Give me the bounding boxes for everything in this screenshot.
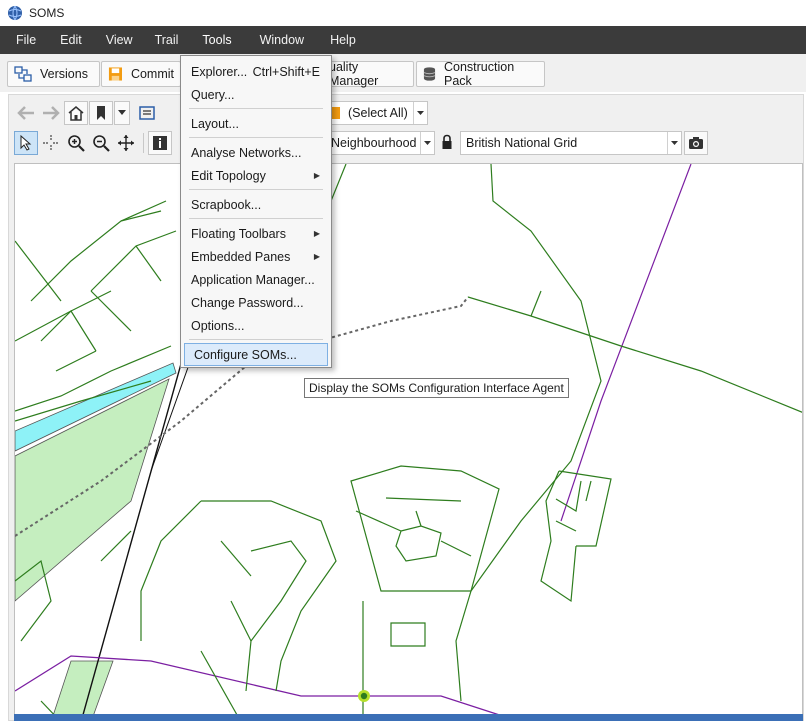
menu-scrapbook-label: Scrapbook... (191, 197, 262, 212)
map-canvas[interactable] (14, 163, 803, 721)
bookmark-icon[interactable] (89, 101, 113, 125)
scale-label: Neighbourhood (331, 136, 417, 150)
menu-help[interactable]: Help (322, 26, 364, 54)
menu-separator (189, 218, 323, 219)
chevron-down-icon (413, 102, 427, 124)
tools-dropdown-menu: Explorer... Ctrl+Shift+E Query... Layout… (180, 55, 332, 368)
title-bar: SOMS (0, 0, 806, 26)
chevron-down-icon (420, 132, 434, 154)
scale-combo[interactable]: Neighbourhood (326, 131, 435, 155)
versions-icon (14, 66, 32, 82)
menu-embedded-panes-label: Embedded Panes (191, 249, 291, 264)
menu-options-label: Options... (191, 318, 245, 333)
submenu-arrow-icon: ▶ (313, 229, 320, 238)
menu-analyse-networks-label: Analyse Networks... (191, 145, 302, 160)
menu-configure-soms[interactable]: Configure SOMs... (184, 343, 328, 366)
bookmark-dropdown-icon[interactable] (114, 101, 130, 125)
menu-edit-topology-label: Edit Topology (191, 168, 266, 183)
versions-label: Versions (40, 67, 88, 81)
menu-trail[interactable]: Trail (147, 26, 187, 54)
save-icon (108, 67, 123, 81)
menu-edit[interactable]: Edit (52, 26, 90, 54)
park-area (51, 660, 114, 720)
submenu-arrow-icon: ▶ (313, 252, 320, 261)
menu-tools[interactable]: Tools (194, 26, 240, 54)
menu-scrapbook[interactable]: Scrapbook... (182, 193, 330, 216)
construction-pack-label: Construction Pack (443, 60, 515, 88)
map-nav-toolbar (14, 100, 160, 126)
tooltip: Display the SOMs Configuration Interface… (304, 378, 569, 398)
quality-manager-label: uality Manager (329, 60, 379, 88)
menu-change-password[interactable]: Change Password... (182, 291, 330, 314)
menu-separator (189, 339, 323, 340)
select-pointer-icon[interactable] (14, 131, 38, 155)
menu-explorer-shortcut: Ctrl+Shift+E (252, 64, 320, 79)
menu-application-manager-label: Application Manager... (191, 272, 315, 287)
submenu-arrow-icon: ▶ (313, 171, 320, 180)
camera-icon[interactable] (684, 131, 708, 155)
layer-color-swatch (331, 107, 340, 119)
main-toolbar: Versions Commit uality Manager Construct… (0, 54, 806, 92)
menu-file[interactable]: File (8, 26, 44, 54)
menu-view[interactable]: View (98, 26, 141, 54)
layer-select-combo[interactable]: (Select All) (326, 101, 428, 125)
menu-embedded-panes[interactable]: Embedded Panes ▶ (182, 245, 330, 268)
menu-floating-toolbars[interactable]: Floating Toolbars ▶ (182, 222, 330, 245)
menu-layout-label: Layout... (191, 116, 239, 131)
forward-arrow-icon[interactable] (39, 101, 63, 125)
zoom-in-icon[interactable] (64, 131, 88, 155)
menu-configure-soms-label: Configure SOMs... (194, 347, 297, 362)
menu-floating-toolbars-label: Floating Toolbars (191, 226, 286, 241)
menu-edit-topology[interactable]: Edit Topology ▶ (182, 164, 330, 187)
menu-separator (189, 189, 323, 190)
quality-manager-button[interactable]: uality Manager (320, 60, 414, 88)
menu-query-label: Query... (191, 87, 235, 102)
map-drawing (15, 164, 802, 720)
menu-explorer-label: Explorer... (191, 64, 248, 79)
back-arrow-icon[interactable] (14, 101, 38, 125)
commit-button[interactable]: Commit (101, 61, 181, 87)
menu-application-manager[interactable]: Application Manager... (182, 268, 330, 291)
projection-combo[interactable]: British National Grid (460, 131, 682, 155)
menu-bar: File Edit View Trail Tools Window Help (0, 26, 806, 54)
lock-icon[interactable] (440, 134, 456, 152)
zoom-extent-icon[interactable] (135, 101, 159, 125)
map-tools-toolbar (14, 130, 173, 156)
layer-select-label: (Select All) (348, 106, 408, 120)
window-title: SOMS (29, 6, 65, 20)
projection-label: British National Grid (466, 136, 578, 150)
chevron-down-icon (667, 132, 681, 154)
menu-options[interactable]: Options... (182, 314, 330, 337)
menu-query[interactable]: Query... (182, 83, 330, 106)
crosshair-icon[interactable] (39, 131, 63, 155)
globe-icon (8, 5, 22, 21)
info-icon[interactable] (148, 131, 172, 155)
menu-layout[interactable]: Layout... (182, 112, 330, 135)
pan-icon[interactable] (114, 131, 138, 155)
menu-separator (189, 108, 323, 109)
selected-node-center (360, 692, 368, 700)
construction-pack-button[interactable]: Construction Pack (416, 60, 545, 88)
zoom-out-icon[interactable] (89, 131, 113, 155)
database-icon (423, 67, 436, 81)
commit-label: Commit (130, 67, 174, 81)
versions-button[interactable]: Versions (7, 61, 100, 87)
menu-window[interactable]: Window (252, 26, 312, 54)
menu-explorer[interactable]: Explorer... Ctrl+Shift+E (182, 60, 330, 83)
menu-analyse-networks[interactable]: Analyse Networks... (182, 141, 330, 164)
status-strip (14, 714, 803, 721)
menu-change-password-label: Change Password... (191, 295, 304, 310)
boundary-line (560, 164, 692, 522)
menu-separator (189, 137, 323, 138)
home-icon[interactable] (64, 101, 88, 125)
